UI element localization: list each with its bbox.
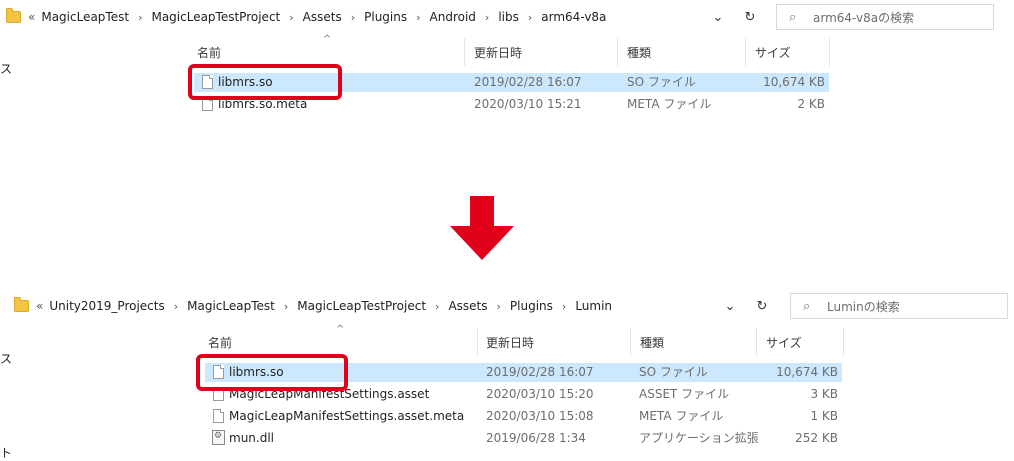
file-date: 2020/03/10 15:21: [474, 97, 582, 111]
column-divider[interactable]: [617, 38, 618, 66]
column-divider[interactable]: [843, 328, 844, 356]
file-size: 3 KB: [810, 387, 838, 401]
file-type: ASSET ファイル: [639, 387, 730, 401]
file-type: SO ファイル: [627, 75, 696, 89]
chevron-right-icon[interactable]: ›: [138, 11, 142, 24]
file-date: 2019/02/28 16:07: [474, 75, 582, 89]
breadcrumb-overflow-icon[interactable]: «: [28, 10, 35, 24]
bottom-explorer-window: « Unity2019_Projects › MagicLeapTest › M…: [0, 290, 1014, 460]
column-divider[interactable]: [630, 328, 631, 356]
top-explorer-window: « MagicLeapTest › MagicLeapTestProject ›…: [0, 0, 1004, 124]
file-type: SO ファイル: [639, 365, 708, 379]
column-header-type[interactable]: 種類: [627, 44, 651, 61]
column-header-size[interactable]: サイズ: [755, 44, 791, 61]
search-icon: ⌕: [803, 298, 811, 314]
file-date: 2020/03/10 15:08: [486, 409, 594, 423]
nav-pane-label[interactable]: ス: [0, 60, 12, 77]
search-input[interactable]: Luminの検索: [827, 298, 900, 315]
refresh-button[interactable]: ↻: [750, 291, 774, 321]
column-header-name[interactable]: 名前: [197, 44, 221, 61]
arrow-down-icon: [450, 196, 514, 260]
chevron-right-icon[interactable]: ›: [289, 11, 293, 24]
file-name: MagicLeapManifestSettings.asset.meta: [229, 409, 465, 423]
file-row[interactable]: MagicLeapManifestSettings.asset.meta 202…: [205, 407, 842, 426]
folder-icon: [6, 8, 21, 23]
column-header-size[interactable]: サイズ: [766, 334, 802, 351]
bottom-address-bar[interactable]: « Unity2019_Projects › MagicLeapTest › M…: [14, 291, 612, 321]
chevron-right-icon[interactable]: ›: [497, 300, 501, 313]
chevron-right-icon[interactable]: ›: [416, 11, 420, 24]
column-divider[interactable]: [745, 38, 746, 66]
file-date: 2019/02/28 16:07: [486, 365, 594, 379]
file-icon: [213, 409, 224, 423]
breadcrumb-item[interactable]: MagicLeapTest: [187, 299, 275, 313]
breadcrumb-item[interactable]: Plugins: [510, 299, 553, 313]
column-header-type[interactable]: 種類: [640, 334, 664, 351]
file-type: アプリケーション拡張: [639, 431, 759, 445]
column-divider[interactable]: [756, 328, 757, 356]
folder-icon: [14, 297, 29, 312]
arrow-down-shape: [450, 196, 514, 260]
chevron-right-icon[interactable]: ›: [174, 300, 178, 313]
nav-pane-label[interactable]: ス: [0, 350, 12, 367]
file-size: 10,674 KB: [763, 75, 825, 89]
breadcrumb-item[interactable]: MagicLeapTestProject: [297, 299, 426, 313]
search-box[interactable]: ⌕ arm64-v8aの検索: [776, 4, 994, 30]
file-size: 2 KB: [797, 97, 825, 111]
search-box[interactable]: ⌕ Luminの検索: [790, 293, 1008, 319]
file-row[interactable]: mun.dll 2019/06/28 1:34 アプリケーション拡張 252 K…: [205, 429, 842, 448]
red-highlight-box: [196, 354, 348, 391]
chevron-right-icon[interactable]: ›: [351, 11, 355, 24]
breadcrumb-item[interactable]: Lumin: [575, 299, 612, 313]
search-icon: ⌕: [789, 9, 797, 25]
column-header-date[interactable]: 更新日時: [486, 334, 534, 351]
refresh-button[interactable]: ↻: [738, 2, 762, 32]
chevron-right-icon[interactable]: ›: [562, 300, 566, 313]
file-type: META ファイル: [639, 409, 724, 423]
column-divider[interactable]: [477, 328, 478, 356]
file-date: 2019/06/28 1:34: [486, 431, 586, 445]
breadcrumb-item[interactable]: arm64-v8a: [541, 10, 606, 24]
file-type: META ファイル: [627, 97, 712, 111]
address-dropdown-button[interactable]: ⌄: [706, 2, 730, 32]
breadcrumb-item[interactable]: libs: [498, 10, 519, 24]
breadcrumb-item[interactable]: Plugins: [364, 10, 407, 24]
file-size: 1 KB: [810, 409, 838, 423]
sort-ascending-icon: ^: [323, 34, 332, 45]
chevron-right-icon[interactable]: ›: [284, 300, 288, 313]
file-size: 252 KB: [795, 431, 838, 445]
breadcrumb-item[interactable]: Android: [430, 10, 476, 24]
breadcrumb-item[interactable]: Assets: [448, 299, 487, 313]
chevron-right-icon[interactable]: ›: [528, 11, 532, 24]
search-input[interactable]: arm64-v8aの検索: [813, 9, 914, 26]
breadcrumb-item[interactable]: MagicLeapTestProject: [151, 10, 280, 24]
breadcrumb-item[interactable]: MagicLeapTest: [41, 10, 129, 24]
column-divider[interactable]: [829, 38, 830, 66]
breadcrumb-item[interactable]: Unity2019_Projects: [49, 299, 164, 313]
address-dropdown-button[interactable]: ⌄: [718, 291, 742, 321]
column-header-date[interactable]: 更新日時: [474, 44, 522, 61]
file-name: mun.dll: [229, 431, 274, 445]
chevron-right-icon[interactable]: ›: [435, 300, 439, 313]
sort-ascending-icon: ^: [336, 324, 345, 335]
file-size: 10,674 KB: [776, 365, 838, 379]
file-date: 2020/03/10 15:20: [486, 387, 594, 401]
dll-file-icon: [212, 430, 225, 445]
chevron-right-icon[interactable]: ›: [485, 11, 489, 24]
column-header-name[interactable]: 名前: [208, 334, 232, 351]
breadcrumb-item[interactable]: Assets: [303, 10, 342, 24]
red-highlight-box: [188, 64, 342, 100]
top-address-bar[interactable]: « MagicLeapTest › MagicLeapTestProject ›…: [6, 2, 606, 32]
breadcrumb-overflow-icon[interactable]: «: [36, 299, 43, 313]
column-divider[interactable]: [464, 38, 465, 66]
